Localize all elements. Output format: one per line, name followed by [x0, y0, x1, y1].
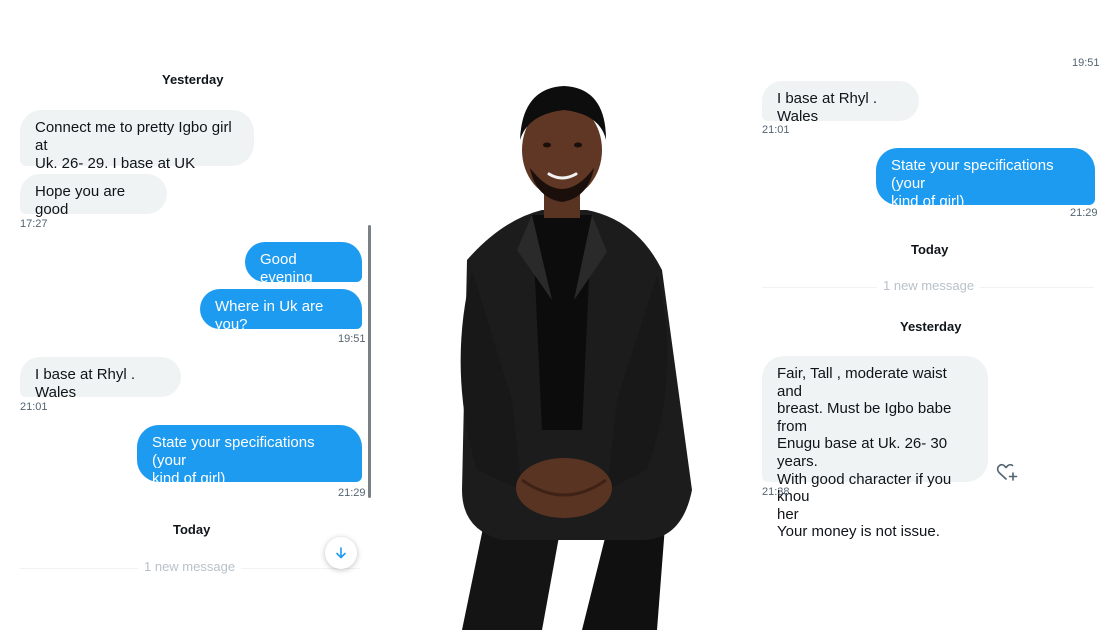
message-timestamp: 21:29 [1070, 207, 1098, 219]
scrollbar[interactable] [368, 225, 371, 498]
message-timestamp: 21:01 [762, 124, 790, 136]
incoming-message[interactable]: Connect me to pretty Igbo girl at Uk. 26… [20, 110, 254, 172]
arrow-down-icon [336, 547, 346, 559]
outgoing-message[interactable]: Where in Uk are you? [200, 289, 362, 333]
new-message-label: 1 new message [138, 559, 242, 574]
message-timestamp: 21:01 [20, 401, 48, 413]
day-header-yesterday: Yesterday [162, 72, 224, 87]
heart-plus-icon [996, 463, 1018, 481]
day-header-today: Today [911, 242, 949, 257]
message-timestamp: 17:27 [20, 218, 48, 230]
scroll-to-bottom-button[interactable] [325, 537, 357, 569]
person-photo [460, 86, 692, 630]
add-reaction-button[interactable] [996, 462, 1018, 482]
left-chat-panel: Yesterday Connect me to pretty Igbo girl… [0, 0, 372, 630]
outgoing-message[interactable]: State your specifications (your kind of … [876, 148, 1095, 210]
outgoing-message[interactable]: Good evening [245, 242, 362, 286]
incoming-message[interactable]: Hope you are good [20, 174, 167, 218]
message-timestamp: 21:29 [338, 487, 366, 499]
day-header-today: Today [173, 522, 211, 537]
incoming-message[interactable]: I base at Rhyl . Wales [20, 357, 181, 401]
incoming-message[interactable]: Fair, Tall , moderate waist and breast. … [762, 356, 988, 540]
message-timestamp: 19:51 [1072, 57, 1100, 69]
message-timestamp: 21:38 [762, 486, 790, 498]
incoming-message[interactable]: I base at Rhyl . Wales [762, 81, 919, 125]
message-timestamp: 19:51 [338, 333, 366, 345]
outgoing-message[interactable]: State your specifications (your kind of … [137, 425, 362, 487]
right-chat-panel: 19:51 I base at Rhyl . Wales 21:01 State… [748, 0, 1120, 630]
day-header-yesterday: Yesterday [900, 319, 962, 334]
new-message-label: 1 new message [877, 278, 981, 293]
